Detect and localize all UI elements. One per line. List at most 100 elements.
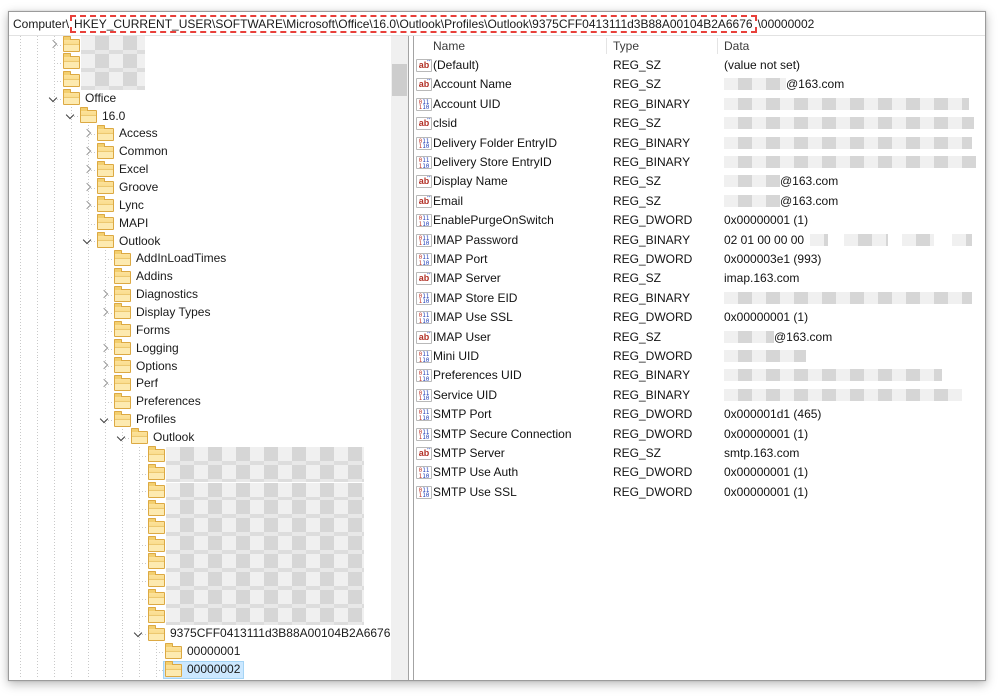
tree-item-access[interactable]: Access (9, 124, 391, 144)
chevron-collapsed-icon[interactable] (82, 182, 92, 192)
chevron-collapsed-icon[interactable] (99, 289, 109, 299)
tree-item-groove[interactable]: Groove (9, 178, 391, 197)
tree-item-00000002[interactable]: 00000002 (9, 660, 391, 680)
tree-item-lync[interactable]: Lync (9, 196, 391, 215)
tree-item-9375cff0413111d3b88a00104b2a6676[interactable]: 9375CFF0413111d3B88A00104B2A6676 (9, 624, 391, 644)
tree-item-body[interactable]: Profiles (113, 410, 179, 428)
value-row-smtp-port[interactable]: 011 110 SMTP Port REG_DWORD 0x000001d1 (465) (414, 405, 985, 424)
value-row-smtp-use-auth[interactable]: 011 110 SMTP Use Auth REG_DWORD 0x00000001 (… (414, 463, 985, 482)
scroll-down-button[interactable] (391, 663, 408, 680)
tree-item-body[interactable]: Addins (113, 267, 176, 285)
tree-item-redacted[interactable] (9, 464, 391, 483)
tree-item-body[interactable]: Office (62, 89, 119, 107)
chevron-collapsed-icon[interactable] (99, 307, 109, 317)
tree-item-body[interactable]: Logging (113, 339, 182, 357)
chevron-expanded-icon[interactable] (133, 629, 143, 638)
tree-item-excel[interactable]: Excel (9, 160, 391, 179)
value-row-smtp-server[interactable]: abSMTP Server REG_SZ smtp.163.com (414, 444, 985, 463)
tree-item-body[interactable]: Groove (96, 178, 161, 196)
chevron-collapsed-icon[interactable] (82, 200, 92, 209)
value-row-imap-use-ssl[interactable]: 011 110 IMAP Use SSL REG_DWORD 0x00000001 (1… (414, 308, 985, 327)
tree-item-selected[interactable]: 00000002 (162, 660, 245, 680)
tree-item-display-types[interactable]: Display Types (9, 303, 391, 322)
chevron-collapsed-icon[interactable] (82, 164, 92, 174)
address-bar[interactable]: Computer\ HKEY_CURRENT_USER\SOFTWARE\Micr… (9, 12, 985, 36)
chevron-collapsed-icon[interactable] (82, 128, 92, 138)
tree-item-body[interactable]: 9375CFF0413111d3B88A00104B2A6676 (147, 624, 391, 642)
tree-item-body[interactable]: Perf (113, 374, 161, 392)
value-row-imap-store-eid[interactable]: 011 110 IMAP Store EID REG_BINARY (414, 289, 985, 308)
tree-item-outlook[interactable]: Outlook (9, 428, 391, 447)
tree-item-redacted[interactable] (9, 553, 391, 572)
tree-item-body[interactable]: Outlook (130, 428, 197, 446)
tree-item-redacted[interactable] (9, 482, 391, 501)
tree-item-body[interactable]: 00000001 (164, 642, 243, 660)
tree-item-body[interactable]: Diagnostics (113, 285, 201, 303)
value-row-display-name[interactable]: abDisplay Name REG_SZ @163.com (414, 172, 985, 191)
tree-item-redacted[interactable] (9, 499, 391, 519)
tree-item-perf[interactable]: Perf (9, 374, 391, 394)
value-row-imap-server[interactable]: abIMAP Server REG_SZ imap.163.com (414, 269, 985, 288)
tree-item-forms[interactable]: Forms (9, 321, 391, 340)
value-row-clsid[interactable]: abclsid REG_SZ (414, 114, 985, 133)
scroll-up-button[interactable] (391, 36, 408, 53)
tree-item-logging[interactable]: Logging (9, 339, 391, 358)
tree-item-redacted[interactable] (9, 36, 391, 54)
tree-item-body[interactable]: Outlook (96, 231, 163, 249)
value-row-account-uid[interactable]: 011 110 Account UID REG_BINARY (414, 95, 985, 114)
tree-item-body[interactable]: Common (96, 142, 171, 160)
tree-item-16-0[interactable]: 16.0 (9, 106, 391, 126)
tree-item-profiles[interactable]: Profiles (9, 410, 391, 429)
tree-item-redacted[interactable] (9, 571, 391, 590)
chevron-collapsed-icon[interactable] (82, 146, 92, 156)
tree-item-body[interactable]: Forms (113, 321, 173, 339)
value-row-imap-port[interactable]: 011 110 IMAP Port REG_DWORD 0x000003e1 (993) (414, 250, 985, 269)
scrollbar-thumb[interactable] (392, 64, 407, 96)
tree-item-options[interactable]: Options (9, 356, 391, 376)
value-row-preferences-uid[interactable]: 011 110 Preferences UID REG_BINARY (414, 366, 985, 385)
tree-item-body[interactable]: Lync (96, 196, 147, 214)
value-row-delivery-folder-entryid[interactable]: 011 110 Delivery Folder EntryID REG_BINARY (414, 134, 985, 153)
tree-item-common[interactable]: Common (9, 142, 391, 162)
value-row-enablepurgeonswitch[interactable]: 011 110 EnablePurgeOnSwitch REG_DWORD 0x0000… (414, 211, 985, 230)
tree-item-redacted[interactable] (9, 535, 391, 554)
column-header-name[interactable]: Name (433, 39, 465, 53)
tree-item-body[interactable]: 16.0 (79, 106, 128, 124)
tree-item-body[interactable]: Display Types (113, 303, 213, 321)
tree-item-redacted[interactable] (9, 607, 391, 626)
value-row-email[interactable]: abEmail REG_SZ @163.com (414, 192, 985, 211)
tree-item-body[interactable]: AddInLoadTimes (113, 249, 229, 267)
tree-item-redacted[interactable] (9, 517, 391, 537)
chevron-expanded-icon[interactable] (65, 111, 75, 120)
column-header-type[interactable]: Type (613, 39, 639, 53)
chevron-collapsed-icon[interactable] (99, 361, 109, 370)
tree-item-diagnostics[interactable]: Diagnostics (9, 285, 391, 304)
tree-item-body[interactable]: Options (113, 356, 180, 374)
chevron-expanded-icon[interactable] (116, 432, 126, 442)
value-row-delivery-store-entryid[interactable]: 011 110 Delivery Store EntryID REG_BINARY (414, 153, 985, 172)
chevron-expanded-icon[interactable] (99, 414, 109, 424)
value-row--default-[interactable]: ab(Default) REG_SZ (value not set) (414, 56, 985, 75)
value-row-smtp-use-ssl[interactable]: 011 110 SMTP Use SSL REG_DWORD 0x00000001 (1… (414, 483, 985, 502)
chevron-collapsed-icon[interactable] (99, 379, 109, 388)
tree-item-redacted[interactable] (9, 589, 391, 608)
tree-item-redacted[interactable] (9, 71, 391, 90)
tree-item-addins[interactable]: Addins (9, 267, 391, 287)
value-row-imap-password[interactable]: 011 110 IMAP Password REG_BINARY 02 01 00 00… (414, 231, 985, 250)
tree-item-redacted[interactable] (9, 446, 391, 465)
tree-item-office[interactable]: Office (9, 89, 391, 108)
tree-scrollbar[interactable] (391, 36, 408, 680)
tree-item-00000001[interactable]: 00000001 (9, 642, 391, 662)
value-row-account-name[interactable]: abAccount Name REG_SZ @163.com (414, 75, 985, 94)
value-row-imap-user[interactable]: abIMAP User REG_SZ @163.com (414, 328, 985, 347)
tree-item-outlook[interactable]: Outlook (9, 231, 391, 251)
chevron-expanded-icon[interactable] (82, 236, 92, 245)
tree-item-mapi[interactable]: MAPI (9, 214, 391, 233)
chevron-collapsed-icon[interactable] (99, 343, 109, 352)
tree-item-body[interactable]: Excel (96, 160, 151, 178)
chevron-collapsed-icon[interactable] (48, 39, 58, 49)
tree-item-body[interactable]: Access (96, 124, 161, 142)
column-separator[interactable] (717, 38, 718, 54)
chevron-expanded-icon[interactable] (48, 93, 58, 102)
tree-item-body[interactable]: MAPI (96, 214, 151, 232)
